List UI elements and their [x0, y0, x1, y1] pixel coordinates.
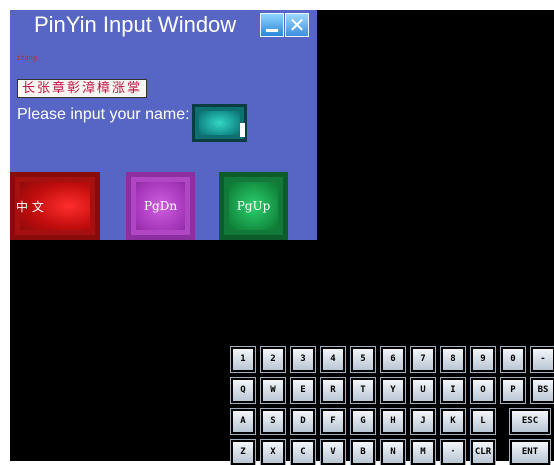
key-4[interactable]: 4 [320, 346, 346, 373]
key-t[interactable]: T [350, 377, 376, 404]
key-h[interactable]: H [380, 408, 406, 435]
key-bs[interactable]: BS [530, 377, 554, 404]
key-a[interactable]: A [230, 408, 256, 435]
key-9[interactable]: 9 [470, 346, 496, 373]
candidate-list[interactable]: 长张章彰漳樟涨掌 [17, 79, 148, 98]
key-d[interactable]: D [290, 408, 316, 435]
key-f[interactable]: F [320, 408, 346, 435]
pinyin-text: zhang [16, 54, 38, 62]
key-dot[interactable]: · [440, 439, 466, 465]
key-c[interactable]: C [290, 439, 316, 465]
key-l[interactable]: L [470, 408, 496, 435]
chinese-mode-button[interactable]: 中 文 [10, 172, 100, 240]
name-input[interactable] [192, 104, 247, 142]
key-m[interactable]: M [410, 439, 436, 465]
key-u[interactable]: U [410, 377, 436, 404]
key-1[interactable]: 1 [230, 346, 256, 373]
key-2[interactable]: 2 [260, 346, 286, 373]
window-title: PinYin Input Window [34, 12, 237, 37]
key-0[interactable]: 0 [500, 346, 526, 373]
key-z[interactable]: Z [230, 439, 256, 465]
text-cursor [240, 123, 245, 137]
key-ent[interactable]: ENT [509, 439, 551, 465]
key-w[interactable]: W [260, 377, 286, 404]
title-bar[interactable]: PinYin Input Window ✕ [10, 10, 317, 42]
key-esc[interactable]: ESC [509, 408, 551, 435]
key-8[interactable]: 8 [440, 346, 466, 373]
key-b[interactable]: B [350, 439, 376, 465]
key-v[interactable]: V [320, 439, 346, 465]
key-clr[interactable]: CLR [470, 439, 496, 465]
key-y[interactable]: Y [380, 377, 406, 404]
page-down-button[interactable]: PgDn [126, 172, 195, 240]
key-e[interactable]: E [290, 377, 316, 404]
key--[interactable]: - [530, 346, 554, 373]
minimize-button[interactable] [260, 13, 284, 37]
page-up-button[interactable]: PgUp [219, 172, 288, 240]
key-3[interactable]: 3 [290, 346, 316, 373]
name-prompt-label: Please input your name: [17, 106, 190, 123]
key-g[interactable]: G [350, 408, 376, 435]
key-q[interactable]: Q [230, 377, 256, 404]
key-k[interactable]: K [440, 408, 466, 435]
key-o[interactable]: O [470, 377, 496, 404]
key-5[interactable]: 5 [350, 346, 376, 373]
key-i[interactable]: I [440, 377, 466, 404]
close-button[interactable]: ✕ [285, 13, 309, 37]
key-x[interactable]: X [260, 439, 286, 465]
key-7[interactable]: 7 [410, 346, 436, 373]
key-s[interactable]: S [260, 408, 286, 435]
key-j[interactable]: J [410, 408, 436, 435]
key-r[interactable]: R [320, 377, 346, 404]
key-6[interactable]: 6 [380, 346, 406, 373]
key-p[interactable]: P [500, 377, 526, 404]
key-n[interactable]: N [380, 439, 406, 465]
